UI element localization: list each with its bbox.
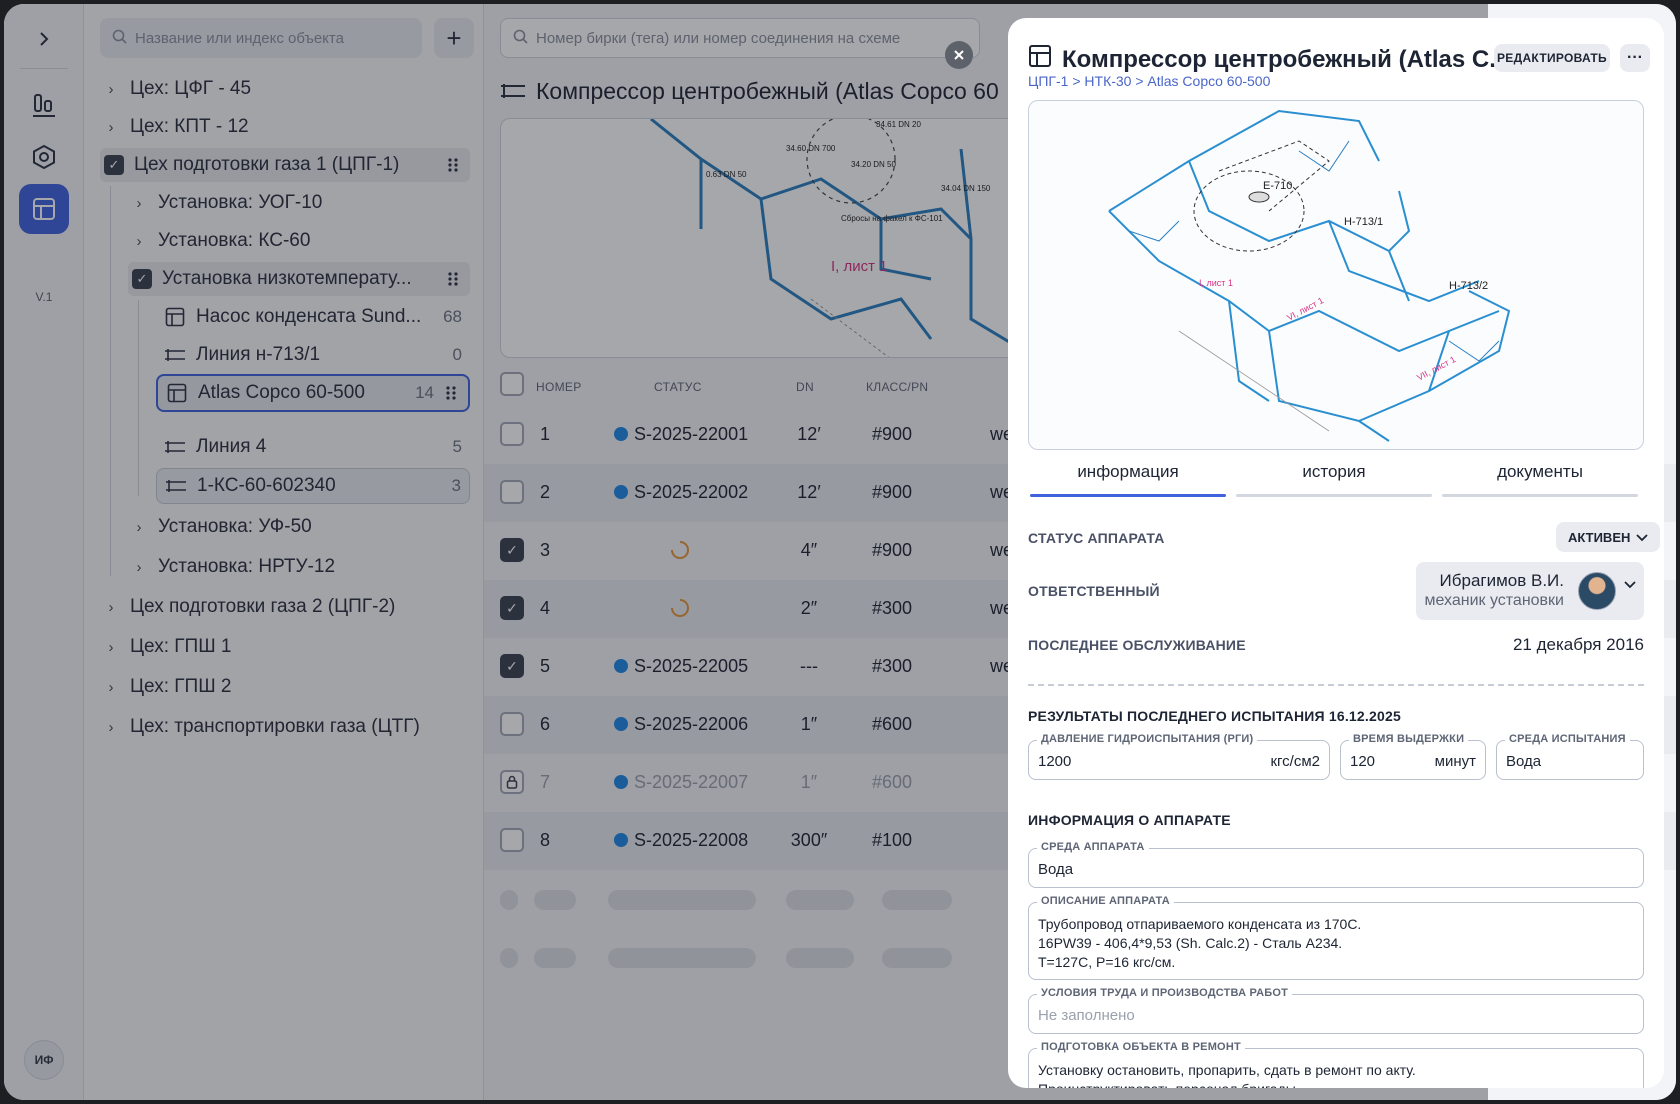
table-icon — [1028, 44, 1052, 75]
field-value: Трубопровод отпариваемого конденсата из … — [1038, 916, 1362, 970]
more-button[interactable]: ··· — [1620, 44, 1650, 72]
field-label: ДАВЛЕНИЕ ГИДРОИСПЫТАНИЯ (РГИ) — [1037, 733, 1258, 745]
device-info-title: ИНФОРМАЦИЯ О АППАРАТЕ — [1028, 812, 1231, 828]
responsible-name: Ибрагимов В.И. — [1439, 571, 1564, 590]
tab-history[interactable]: история — [1234, 462, 1434, 497]
field-label: ПОДГОТОВКА ОБЪЕКТА В РЕМОНТ — [1037, 1041, 1245, 1053]
scheme-sheet-label: I, лист 1 — [1199, 278, 1233, 288]
tab-underline — [1442, 494, 1638, 497]
field-label: ОПИСАНИЕ АППАРАТА — [1037, 895, 1174, 907]
field-placeholder: Не заполнено — [1038, 1007, 1135, 1024]
isometric-scheme: E-710 H-713/1 H-713/2 I, лист 1 VI, лист… — [1108, 109, 1511, 442]
tab-info[interactable]: информация — [1028, 462, 1228, 497]
scheme-label: E-710 — [1263, 180, 1292, 192]
field-label: СРЕДА ИСПЫТАНИЯ — [1505, 733, 1630, 745]
drawer-scheme-preview[interactable]: E-710 H-713/1 H-713/2 I, лист 1 VI, лист… — [1028, 100, 1644, 450]
responsible-role: механик установки — [1424, 592, 1564, 609]
responsible-label: ОТВЕТСТВЕННЫЙ — [1028, 583, 1160, 599]
work-conditions-field[interactable]: УСЛОВИЯ ТРУДА И ПРОИЗВОДСТВА РАБОТ Не за… — [1028, 987, 1644, 1034]
close-icon — [954, 50, 964, 60]
tab-underline — [1030, 494, 1226, 497]
field-unit: минут — [1434, 753, 1476, 770]
field-value: 1200 — [1038, 753, 1072, 770]
status-value: АКТИВЕН — [1568, 529, 1631, 545]
chevron-down-icon — [1636, 530, 1649, 545]
field-value: Вода — [1038, 861, 1074, 878]
service-label: ПОСЛЕДНЕЕ ОБСЛУЖИВАНИЕ — [1028, 637, 1246, 653]
scheme-sheet-label: VI, лист 1 — [1285, 295, 1325, 323]
device-medium-field[interactable]: СРЕДА АППАРАТА Вода — [1028, 841, 1644, 888]
repair-prep-field[interactable]: ПОДГОТОВКА ОБЪЕКТА В РЕМОНТ Установку ос… — [1028, 1041, 1644, 1088]
status-dropdown[interactable]: АКТИВЕН — [1556, 522, 1661, 552]
device-description-field[interactable]: ОПИСАНИЕ АППАРАТА Трубопровод отпариваем… — [1028, 895, 1644, 980]
tab-label: документы — [1497, 462, 1583, 481]
test-results-title: РЕЗУЛЬТАТЫ ПОСЛЕДНЕГО ИСПЫТАНИЯ 16.12.20… — [1028, 708, 1401, 724]
field-unit: кгс/см2 — [1270, 753, 1320, 770]
tab-label: история — [1302, 462, 1366, 481]
breadcrumb[interactable]: ЦПГ-1 > НТК-30 > Atlas Copco 60-500 — [1028, 73, 1270, 89]
field-label: ВРЕМЯ ВЫДЕРЖКИ — [1349, 733, 1469, 745]
test-medium-field[interactable]: СРЕДА ИСПЫТАНИЯ Вода — [1496, 733, 1644, 780]
drawer-tabs: информация история документы — [1028, 462, 1644, 498]
field-label: СРЕДА АППАРАТА — [1037, 841, 1149, 853]
section-divider — [1028, 684, 1644, 686]
service-date: 21 декабря 2016 — [1512, 635, 1644, 654]
avatar — [1578, 572, 1616, 610]
edit-button[interactable]: РЕДАКТИРОВАТЬ — [1494, 44, 1610, 72]
pressure-field[interactable]: ДАВЛЕНИЕ ГИДРОИСПЫТАНИЯ (РГИ) 1200 кгс/с… — [1028, 733, 1330, 780]
field-value: 120 — [1350, 753, 1376, 770]
scheme-label: H-713/1 — [1344, 216, 1383, 228]
tab-label: информация — [1077, 462, 1179, 481]
equipment-drawer: Компрессор центробежный (Atlas C... ЦПГ-… — [1008, 18, 1664, 1088]
tab-documents[interactable]: документы — [1440, 462, 1640, 497]
app-window: V.1 ИФ Название или индекс объекта + › Це… — [4, 4, 1676, 1100]
hold-time-field[interactable]: ВРЕМЯ ВЫДЕРЖКИ 120 минут — [1340, 733, 1486, 780]
tab-underline — [1236, 494, 1432, 497]
field-value: Установку остановить, пропарить, сдать в… — [1038, 1062, 1416, 1088]
field-label: УСЛОВИЯ ТРУДА И ПРОИЗВОДСТВА РАБОТ — [1037, 987, 1293, 999]
drawer-title: Компрессор центробежный (Atlas C... — [1028, 44, 1509, 75]
modal-overlay[interactable] — [4, 4, 484, 1100]
drawer-title-text: Компрессор центробежный (Atlas C... — [1062, 45, 1510, 73]
chevron-down-icon — [1624, 576, 1636, 592]
field-value: Вода — [1506, 753, 1542, 770]
status-label: СТАТУС АППАРАТА — [1028, 530, 1165, 546]
close-drawer-button[interactable] — [945, 41, 973, 69]
scheme-label: H-713/2 — [1449, 280, 1488, 292]
responsible-selector[interactable]: Ибрагимов В.И. механик установки — [1416, 562, 1644, 620]
